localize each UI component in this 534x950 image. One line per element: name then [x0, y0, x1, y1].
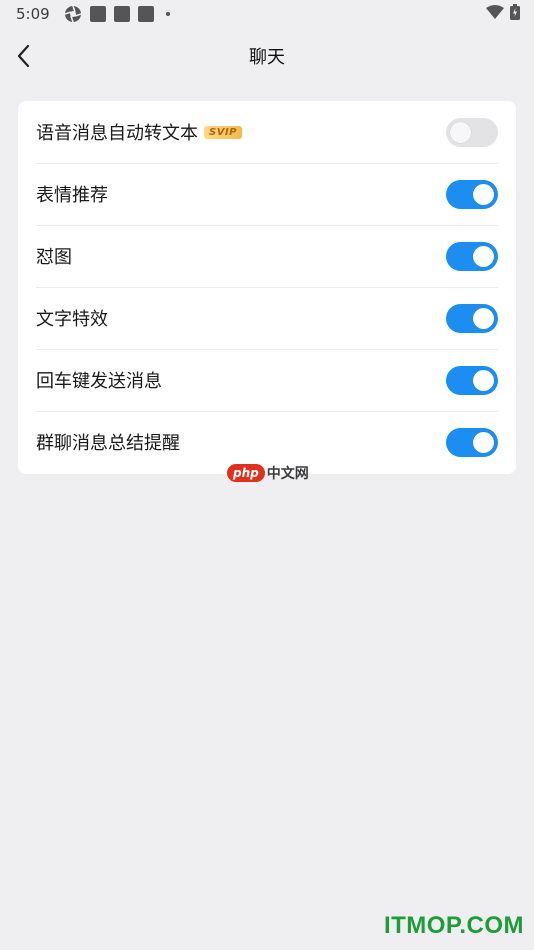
battery-icon — [510, 4, 520, 20]
group-summary-toggle[interactable] — [446, 428, 498, 457]
setting-label: 群聊消息总结提醒 — [36, 433, 180, 454]
php-watermark: php 中文网 — [227, 463, 309, 483]
setting-label: 文字特效 — [36, 309, 108, 330]
enter-to-send-toggle[interactable] — [446, 366, 498, 395]
page-title: 聊天 — [249, 47, 285, 68]
settings-card: 语音消息自动转文本 SVIP 表情推荐 怼图 文字特效 回车键发送消息 群聊消息… — [18, 101, 516, 474]
setting-row-text-effects[interactable]: 文字特效 — [18, 287, 516, 349]
notification-square-icon — [137, 6, 154, 22]
notification-square-icon — [89, 6, 106, 22]
more-dot-icon — [165, 12, 170, 16]
setting-row-meme-reply[interactable]: 怼图 — [18, 225, 516, 287]
php-badge: php — [227, 464, 265, 482]
sticker-recommend-toggle[interactable] — [446, 180, 498, 209]
toggle-knob — [473, 432, 494, 453]
wifi-icon — [486, 5, 504, 19]
notification-square-icon — [113, 6, 130, 22]
voice-to-text-toggle[interactable] — [446, 118, 498, 147]
meme-reply-toggle[interactable] — [446, 242, 498, 271]
setting-label: 回车键发送消息 — [36, 371, 162, 392]
setting-label: 表情推荐 — [36, 185, 108, 206]
aperture-icon — [64, 5, 81, 23]
status-time: 5:09 — [16, 5, 50, 23]
chevron-left-icon[interactable] — [12, 42, 40, 70]
php-text: 中文网 — [266, 466, 309, 482]
text-effects-toggle[interactable] — [446, 304, 498, 333]
toggle-knob — [450, 122, 471, 143]
setting-row-voice-to-text[interactable]: 语音消息自动转文本 SVIP — [18, 101, 516, 163]
setting-label: 语音消息自动转文本 — [36, 123, 198, 144]
setting-label: 怼图 — [36, 247, 72, 268]
setting-row-enter-to-send[interactable]: 回车键发送消息 — [18, 349, 516, 411]
toggle-knob — [473, 308, 494, 329]
svip-badge: SVIP — [204, 125, 242, 139]
itmop-watermark: ITMOP.COM — [383, 912, 524, 939]
toggle-knob — [473, 370, 494, 391]
toggle-knob — [473, 184, 494, 205]
setting-row-sticker-recommend[interactable]: 表情推荐 — [18, 163, 516, 225]
navigation-bar: 聊天 — [0, 28, 534, 84]
status-bar: 5:09 — [0, 0, 534, 28]
toggle-knob — [473, 246, 494, 267]
